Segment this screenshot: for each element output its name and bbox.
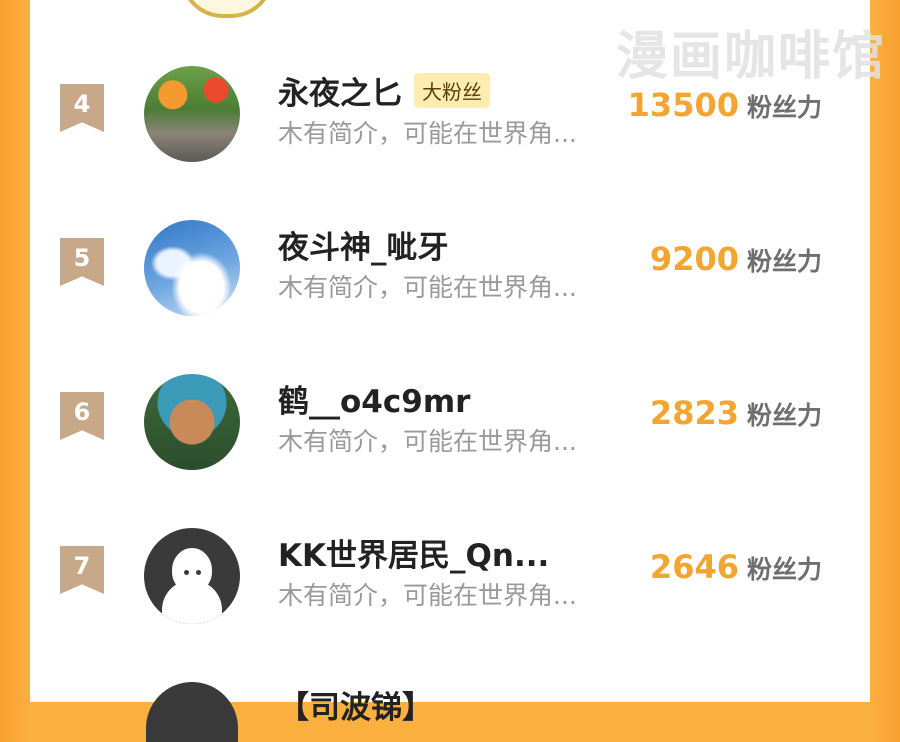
name-line: KK世界居民_Qn... [278, 530, 549, 575]
name-line: 鹤__o4c9mr [278, 376, 470, 421]
rank-badge: 5 [60, 238, 104, 286]
user-avatar[interactable] [146, 682, 238, 742]
user-name[interactable]: 鹤__o4c9mr [278, 376, 470, 421]
top-user-avatar[interactable] [180, 0, 274, 18]
user-avatar[interactable] [144, 66, 240, 162]
user-name[interactable]: 永夜之匕 [278, 68, 402, 113]
default-avatar[interactable] [144, 528, 240, 624]
fan-level-badge: 大粉丝 [414, 72, 490, 108]
name-line: 夜斗神_呲牙 [278, 222, 449, 267]
rank-badge: 6 [60, 392, 104, 440]
fan-ranking-panel: 4 永夜之匕 大粉丝 木有简介，可能在世界角... 13500 粉丝力 5 夜斗神… [30, 0, 870, 742]
fan-power-unit: 粉丝力 [746, 247, 822, 276]
rank-badge: 7 [60, 546, 104, 594]
fan-power: 2823 粉丝力 [650, 394, 822, 432]
user-bio: 木有简介，可能在世界角... [278, 427, 577, 456]
default-avatar-head-icon [172, 548, 212, 592]
name-line: 永夜之匕 大粉丝 [278, 68, 490, 113]
eye-icon [184, 570, 189, 575]
ranking-row[interactable]: 6 鹤__o4c9mr 木有简介，可能在世界角... 2823 粉丝力 [30, 364, 870, 474]
user-avatar[interactable] [144, 220, 240, 316]
fan-power: 13500 粉丝力 [628, 86, 822, 124]
rank-badge: 4 [60, 84, 104, 132]
fan-power-value: 9200 [649, 240, 739, 278]
user-name[interactable]: 【司波锑】 [278, 682, 433, 727]
fan-power-value: 2646 [649, 548, 739, 586]
user-avatar[interactable] [144, 374, 240, 470]
eye-icon [196, 570, 201, 575]
fan-power: 2646 粉丝力 [650, 548, 822, 586]
ranking-row[interactable]: 5 夜斗神_呲牙 木有简介，可能在世界角... 9200 粉丝力 [30, 210, 870, 320]
fan-power-value: 13500 [627, 86, 739, 124]
user-bio: 木有简介，可能在世界角... [278, 273, 577, 302]
user-bio: 木有简介，可能在世界角... [278, 119, 577, 148]
fan-power-unit: 粉丝力 [746, 555, 822, 584]
fan-power-unit: 粉丝力 [746, 93, 822, 122]
fan-power-value: 2823 [649, 394, 739, 432]
watermark: 漫画咖啡馆 [615, 27, 886, 87]
user-name[interactable]: 夜斗神_呲牙 [278, 222, 449, 267]
fan-power-unit: 粉丝力 [746, 401, 822, 430]
user-name[interactable]: KK世界居民_Qn... [278, 530, 549, 575]
fan-power: 9200 粉丝力 [650, 240, 822, 278]
user-bio: 木有简介，可能在世界角... [278, 581, 577, 610]
ranking-row[interactable]: 7 KK世界居民_Qn... 木有简介，可能在世界角... 2646 粉丝力 [30, 518, 870, 628]
